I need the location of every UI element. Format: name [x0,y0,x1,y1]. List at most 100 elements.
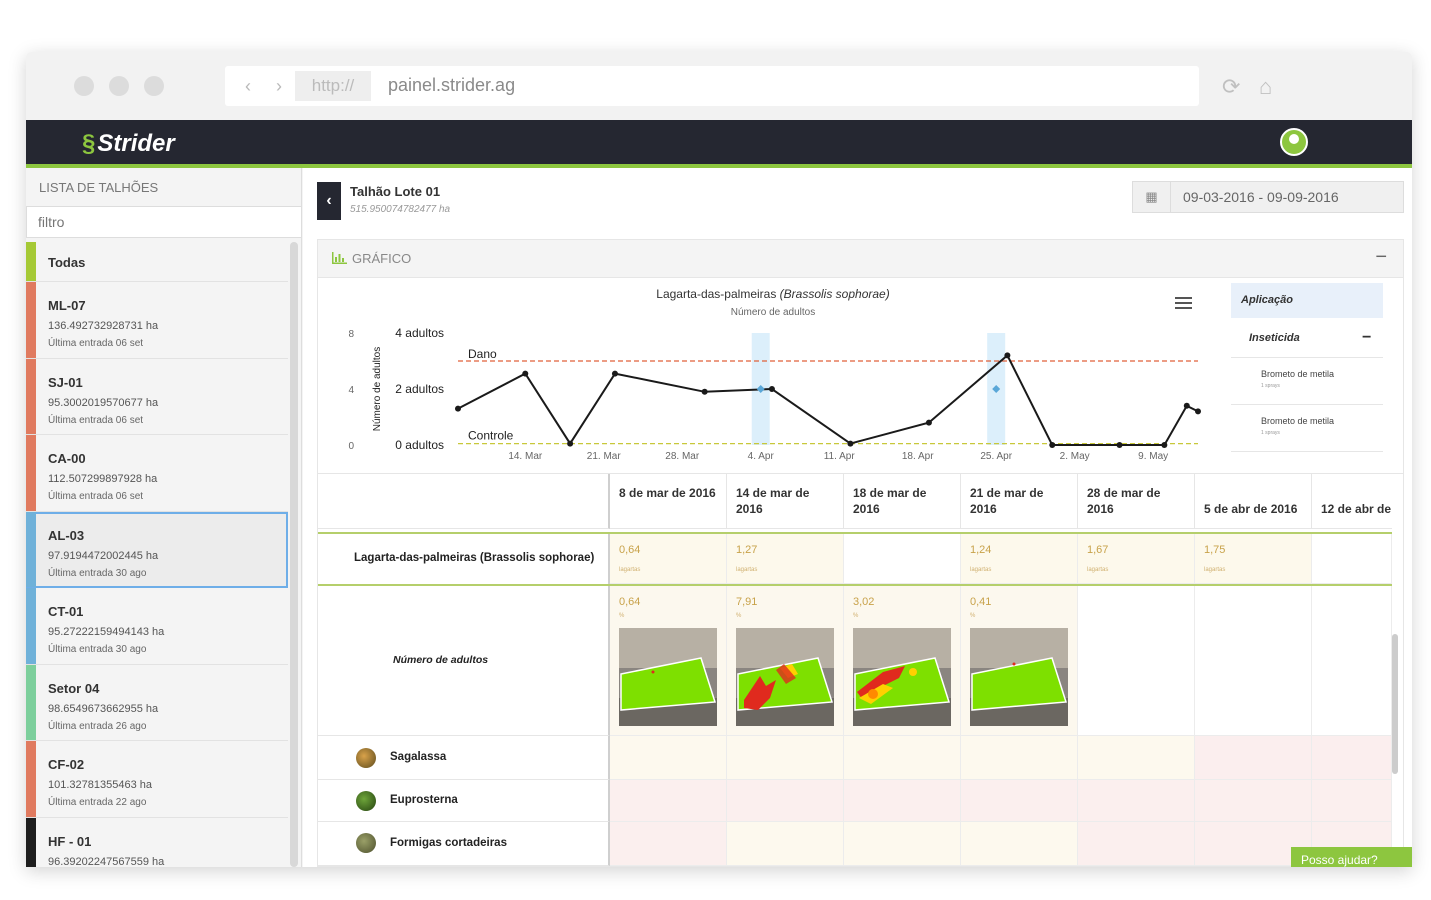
reload-icon[interactable]: ⟳ [1222,74,1240,100]
pest-cell [1195,736,1312,780]
adult-cell[interactable]: 0,64% [610,586,727,736]
euprosterna-icon [356,791,376,811]
adults-row-header: Número de adultos [318,586,610,736]
sidebar-item-selected[interactable]: AL-03 97.9194472002445 ha Última entrada… [26,511,288,588]
sidebar-item[interactable]: HF - 01 96.39202247567559 ha [26,817,288,867]
date-range-picker[interactable]: ▦ 09-03-2016 - 09-09-2016 [1132,181,1404,213]
url-domain[interactable]: painel.strider.ag [388,75,515,96]
window-minimize-dot[interactable] [109,76,129,96]
data-point [701,388,708,395]
legend-item-sub: 1 sprays [1261,383,1280,389]
data-point [1004,352,1011,359]
window-maximize-dot[interactable] [144,76,164,96]
main-pest-row-header[interactable]: Lagarta-das-palmeiras (Brassolis sophora… [318,534,610,586]
pest-cell [610,736,727,780]
y-tick-right: 2 adultos [395,382,444,396]
x-tick-label: 2. May [1060,451,1090,462]
sagalassa-icon [356,748,376,768]
legend-item[interactable]: Brometo de metila 1 sprays [1231,359,1383,405]
main-pest-cell[interactable]: 1,67 lagartas [1078,534,1195,584]
home-icon[interactable]: ⌂ [1259,74,1272,100]
strider-logo[interactable]: §Strider [82,130,175,158]
color-bar [26,282,36,358]
chart-panel: GRÁFICO − Lagarta-das-palmeiras (Brassol… [317,239,1404,867]
main-pest-cell[interactable]: 1,24 lagartas [961,534,1078,584]
x-tick-label: 4. Apr [748,451,775,462]
heatmap-thumbnail[interactable] [970,628,1068,726]
browser-window: ‹ › http:// painel.strider.ag ⟳ ⌂ §Strid… [26,52,1412,867]
y-tick-right: 4 adultos [395,326,444,340]
filter-input[interactable] [26,206,302,238]
data-point [1195,408,1201,415]
sidebar-scrollbar[interactable] [290,242,298,867]
adult-cell[interactable]: 7,91% [727,586,844,736]
legend-item-name: Brometo de metila [1261,416,1335,426]
field-name: CT-01 [48,604,84,619]
heatmap-thumbnail[interactable] [736,628,834,726]
threshold-label: Dano [468,347,497,361]
x-tick-label: 28. Mar [665,451,700,462]
data-point [768,386,775,392]
help-label: Posso ajudar? [1301,853,1378,867]
color-bar [26,664,36,740]
window-close-dot[interactable] [74,76,94,96]
sidebar-item[interactable]: CT-01 95.27222159494143 ha Última entrad… [26,588,288,665]
date-range-value: 09-03-2016 - 09-09-2016 [1183,189,1339,205]
y-axis-label: Número de adultos [372,347,383,432]
help-button[interactable]: Posso ajudar? [1291,847,1412,867]
adult-cell [1312,586,1392,736]
legend-item[interactable]: Brometo de metila 1 sprays [1231,406,1383,452]
color-bar [26,242,36,281]
field-name: ML-07 [48,298,86,313]
sidebar-item[interactable]: ML-07 136.492732928731 ha Última entrada… [26,282,288,359]
pest-row[interactable]: Formigas cortadeiras [318,822,610,866]
sidebar-item[interactable]: CF-02 101.32781355463 ha Última entrada … [26,741,288,818]
main-pest-cell[interactable]: 0,64 lagartas [610,534,727,584]
sidebar-item[interactable]: CA-00 112.507299897928 ha Última entrada… [26,435,288,512]
field-name: SJ-01 [48,374,83,390]
main-pest-label: Lagarta-das-palmeiras (Brassolis sophora… [354,552,595,564]
main-pest-cell[interactable]: 1,27 lagartas [727,534,844,584]
collapse-button[interactable]: − [1375,246,1387,269]
sidebar-item[interactable]: SJ-01 95.3002019570677 ha Última entrada… [26,358,288,435]
pest-row[interactable]: Sagalassa [318,736,610,780]
back-forward-icon[interactable]: ‹ › [245,76,292,97]
main-pest-cell [1312,534,1392,584]
adult-cell[interactable]: 3,02% [844,586,961,736]
adult-cell [1195,586,1312,736]
heatmap-thumbnail[interactable] [619,628,717,726]
pest-cell [961,822,1078,866]
field-name: AL-03 [48,527,85,543]
data-point [1049,442,1056,448]
field-last-entry: Última entrada 06 set [48,491,144,502]
pest-cell [961,736,1078,780]
pest-cell [1078,736,1195,780]
grid-scrollbar[interactable] [1392,634,1398,774]
back-button[interactable]: ‹ [317,182,341,220]
x-tick-label: 21. Mar [587,451,622,462]
field-area: 97.9194472002445 ha [48,549,159,562]
url-protocol: http:// [295,71,371,101]
pest-name: Euprosterna [390,794,458,806]
legend-collapse-icon[interactable]: − [1362,329,1371,347]
y-tick-left: 8 [348,329,354,340]
cell-value: 1,67 [1087,544,1109,556]
sidebar-item-all[interactable]: Todas [26,242,288,282]
data-point [455,405,461,412]
field-last-entry: Última entrada 22 ago [48,797,147,808]
adult-cell[interactable]: 0,41% [961,586,1078,736]
field-name: Setor 04 [48,680,100,696]
calendar-icon[interactable]: ▦ [1133,182,1171,212]
bar-chart-icon [332,252,347,264]
legend-header[interactable]: Aplicação [1231,283,1383,318]
app-header: §Strider [26,120,1412,168]
user-avatar[interactable] [1280,128,1308,156]
address-bar[interactable]: ‹ › http:// painel.strider.ag [225,66,1199,106]
main-pest-cell[interactable]: 1,75 lagartas [1195,534,1312,584]
data-point [1183,402,1190,409]
pest-row[interactable]: Euprosterna [318,780,610,822]
heatmap-thumbnail[interactable] [853,628,951,726]
pest-cell [1312,736,1392,780]
legend-group[interactable]: Inseticida − [1231,321,1383,358]
sidebar-item[interactable]: Setor 04 98.6549673662955 ha Última entr… [26,664,288,741]
